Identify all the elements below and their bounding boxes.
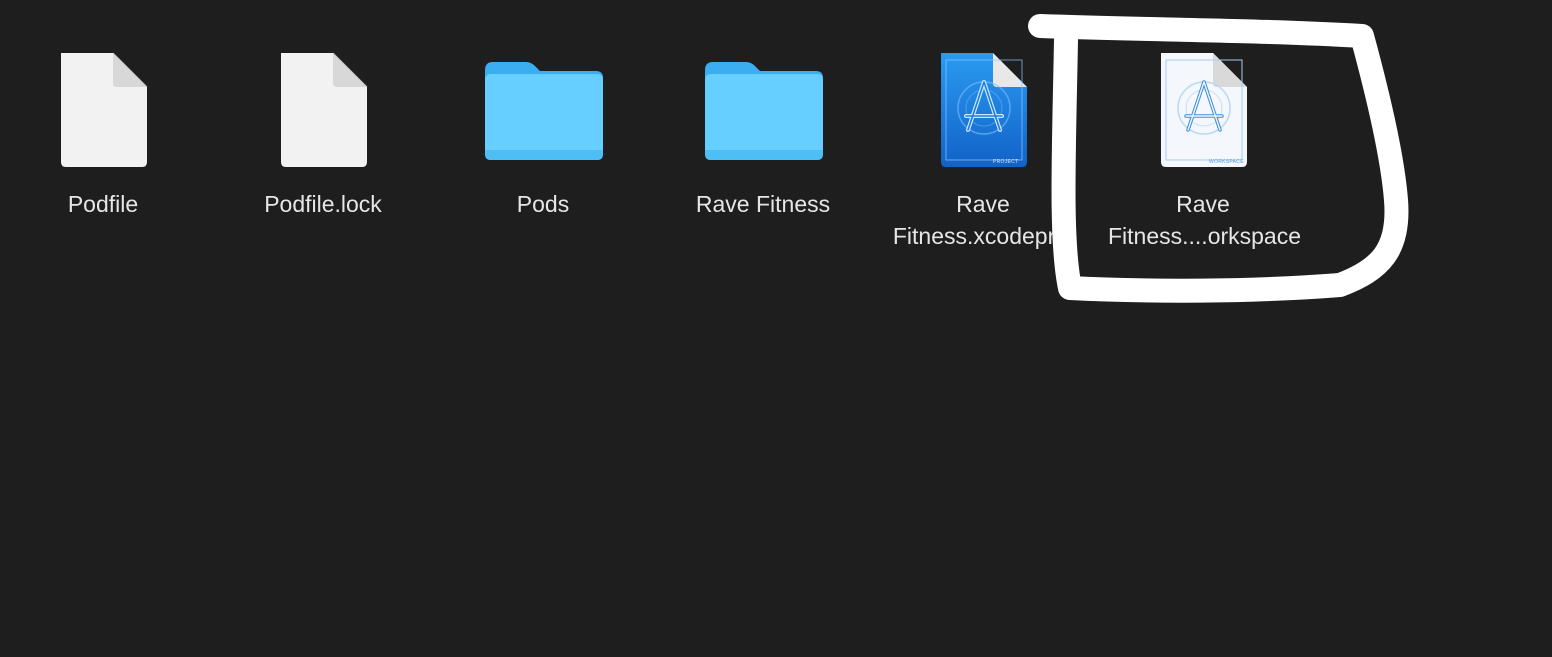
folder-name-label: Pods	[516, 191, 570, 217]
file-item-xcodeproj[interactable]: PROJECT Rave Fitness.xcodeproj	[893, 40, 1073, 270]
file-name-line-1: Rave	[956, 191, 1010, 217]
document-icon	[18, 50, 188, 180]
folder-item-pods[interactable]: Pods	[458, 40, 628, 270]
file-item-xcworkspace[interactable]: WORKSPACE Rave Fitness....orkspace	[1108, 40, 1301, 270]
file-name-label: Podfile.lock	[264, 191, 382, 217]
folder-icon	[458, 50, 628, 180]
file-name-line-1: Rave	[1176, 191, 1230, 217]
badge-label: WORKSPACE	[1209, 159, 1244, 165]
xcode-project-icon: PROJECT	[898, 50, 1068, 180]
file-name-label: Rave Fitness.xcodeproj	[888, 188, 1078, 252]
file-name-label: Rave Fitness....orkspace	[1108, 188, 1302, 252]
file-name-line-2: Fitness....orkspace	[1108, 223, 1302, 249]
file-item-podfile-lock[interactable]: Podfile.lock	[238, 40, 408, 270]
folder-name-label: Rave Fitness	[695, 191, 831, 217]
xcode-workspace-icon: WORKSPACE	[1118, 50, 1288, 180]
folder-item-rave-fitness[interactable]: Rave Fitness	[678, 40, 848, 270]
folder-icon	[678, 50, 848, 180]
document-icon	[238, 50, 408, 180]
finder-icon-view: Podfile Podfile.lock Pods Rave Fitness P…	[0, 0, 1552, 657]
file-name-label: Podfile	[67, 191, 139, 217]
badge-label: PROJECT	[993, 159, 1019, 165]
file-item-podfile[interactable]: Podfile	[18, 40, 188, 270]
file-name-line-2: Fitness.xcodeproj	[892, 223, 1074, 249]
